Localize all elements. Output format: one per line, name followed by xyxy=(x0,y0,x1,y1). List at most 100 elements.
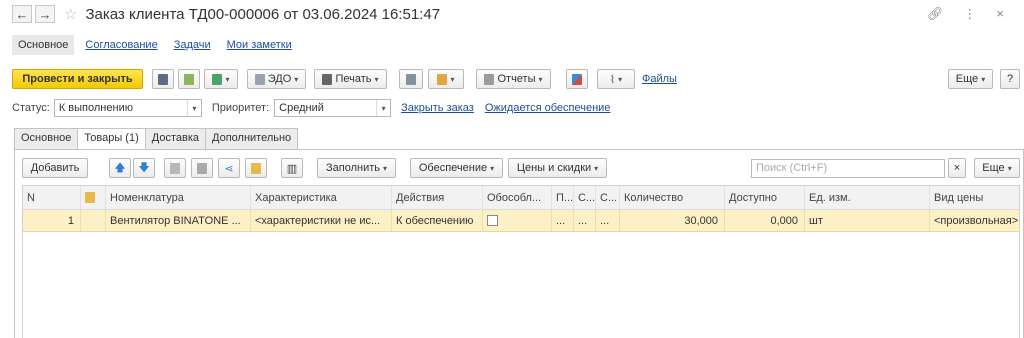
tab-delivery[interactable]: Доставка xyxy=(144,128,206,149)
post-close-button[interactable]: Провести и закрыть xyxy=(12,69,143,89)
goods-toolbar: Добавить 🡅 🡇 ⋖ ▥ Заполнить ▾ Обеспечение ▾… xyxy=(22,157,1020,179)
status-value: К выполнению xyxy=(58,102,133,114)
create-based-icon xyxy=(212,73,223,85)
close-icon[interactable]: × xyxy=(996,6,1004,22)
move-up-button[interactable]: 🡅 xyxy=(109,158,131,178)
section-main[interactable]: Основное xyxy=(12,35,75,55)
edo-label: ЭДО xyxy=(267,73,292,85)
add-button[interactable]: Добавить xyxy=(22,158,88,178)
post-button[interactable] xyxy=(178,69,200,89)
arrow-up-icon: 🡅 xyxy=(114,161,126,174)
back-button[interactable]: ← xyxy=(12,5,32,23)
pick-icon xyxy=(85,192,95,203)
menu-dots-icon[interactable]: ⋮ xyxy=(963,6,976,22)
barcode-button[interactable]: ▥ xyxy=(281,158,303,178)
edo-button[interactable]: ЭДО ▾ xyxy=(247,69,306,89)
row-action[interactable]: К обеспечению xyxy=(392,210,483,231)
row-p: ... xyxy=(552,210,574,231)
status-row: Статус: К выполнению ▾ Приоритет: Средни… xyxy=(12,98,610,118)
pick-icon xyxy=(251,162,261,174)
table-row[interactable]: 1 Вентилятор BINATONE ... <характеристик… xyxy=(23,210,1019,232)
tab-main[interactable]: Основное xyxy=(14,128,79,149)
share-button[interactable]: ⋖ xyxy=(218,158,240,178)
col-actions[interactable]: Действия xyxy=(392,186,483,209)
title-bar: ← → ☆ Заказ клиента ТД00-000006 от 03.06… xyxy=(0,0,1024,28)
col-nomenclature[interactable]: Номенклатура xyxy=(106,186,251,209)
clip-button[interactable]: ⌇ ▾ xyxy=(597,69,635,89)
section-approval[interactable]: Согласование xyxy=(80,35,162,55)
goods-more-label: Еще xyxy=(982,162,1005,174)
table-header: N Номенклатура Характеристика Действия О… xyxy=(23,186,1019,210)
reports-button[interactable]: Отчеты ▾ xyxy=(476,69,551,89)
col-price-type[interactable]: Вид цены xyxy=(930,186,1019,209)
split-row-button[interactable] xyxy=(191,158,213,178)
tab-divider xyxy=(14,149,1024,150)
tasks-button[interactable] xyxy=(566,69,588,89)
tab-additional[interactable]: Дополнительно xyxy=(205,128,299,149)
row-nomenclature[interactable]: Вентилятор BINATONE ... xyxy=(106,210,251,231)
col-unit[interactable]: Ед. изм. xyxy=(805,186,930,209)
help-button[interactable]: ? xyxy=(1000,69,1020,89)
prices-button[interactable]: Цены и скидки ▾ xyxy=(508,158,607,178)
reports-label: Отчеты xyxy=(497,73,536,85)
save-icon xyxy=(158,73,168,85)
close-order-link[interactable]: Закрыть заказ xyxy=(401,102,474,114)
chevron-down-icon[interactable]: ▾ xyxy=(186,100,201,116)
col-separate[interactable]: Обособл... xyxy=(483,186,552,209)
tab-goods[interactable]: Товары (1) xyxy=(77,128,146,150)
priority-select[interactable]: Средний ▾ xyxy=(274,99,392,117)
paperclip-icon: ⌇ xyxy=(609,73,616,86)
share-icon: ⋖ xyxy=(224,162,234,175)
print-button[interactable]: Печать ▾ xyxy=(314,69,387,89)
clear-search-button[interactable]: × xyxy=(948,158,966,178)
priority-value: Средний xyxy=(279,102,324,114)
awaiting-supply-link[interactable]: Ожидается обеспечение xyxy=(485,102,611,114)
status-label: Статус: xyxy=(12,102,50,114)
files-link[interactable]: Файлы xyxy=(642,73,677,85)
row-number: 1 xyxy=(23,210,81,231)
pick-button[interactable] xyxy=(245,158,267,178)
edo-icon xyxy=(254,73,265,85)
forward-button[interactable]: → xyxy=(35,5,55,23)
col-n[interactable]: N xyxy=(23,186,81,209)
row-price-type[interactable]: <произвольная> xyxy=(930,210,1019,231)
col-p[interactable]: П... xyxy=(552,186,574,209)
structure-icon xyxy=(406,73,416,85)
section-tasks[interactable]: Задачи xyxy=(169,35,216,55)
row-s2: ... xyxy=(596,210,620,231)
save-button[interactable] xyxy=(152,69,174,89)
fill-button[interactable]: Заполнить ▾ xyxy=(317,158,396,178)
post-doc-icon xyxy=(184,73,194,85)
separate-checkbox[interactable] xyxy=(487,215,498,226)
col-quantity[interactable]: Количество xyxy=(620,186,725,209)
favorite-star-icon[interactable]: ☆ xyxy=(64,5,77,23)
copy-row-button[interactable] xyxy=(164,158,186,178)
row-characteristic[interactable]: <характеристики не ис... xyxy=(251,210,392,231)
col-s1[interactable]: С... xyxy=(574,186,596,209)
goods-more-button[interactable]: Еще ▾ xyxy=(974,158,1020,178)
row-quantity[interactable]: 30,000 xyxy=(620,210,725,231)
row-unit[interactable]: шт xyxy=(805,210,930,231)
col-icon[interactable] xyxy=(81,186,106,209)
chevron-down-icon[interactable]: ▾ xyxy=(376,100,390,116)
create-based-button[interactable]: ▾ xyxy=(204,69,238,89)
col-s2[interactable]: С... xyxy=(596,186,620,209)
document-icon xyxy=(437,73,448,85)
more-label: Еще xyxy=(955,73,979,85)
col-available[interactable]: Доступно xyxy=(725,186,805,209)
link-icon[interactable]: 🔗︎ xyxy=(927,6,944,22)
move-down-button[interactable]: 🡇 xyxy=(133,158,155,178)
supply-label: Обеспечение xyxy=(418,162,488,174)
search-input[interactable]: Поиск (Ctrl+F) xyxy=(751,158,945,178)
row-icon-cell xyxy=(81,210,106,231)
split-icon xyxy=(197,162,207,174)
more-button[interactable]: Еще ▾ xyxy=(948,69,993,89)
section-notes[interactable]: Мои заметки xyxy=(222,35,297,55)
copy-icon xyxy=(170,162,180,174)
structure-button[interactable] xyxy=(399,69,423,89)
attachments-button[interactable]: ▾ xyxy=(428,69,464,89)
page-sections: Основное Согласование Задачи Мои заметки xyxy=(12,34,303,56)
supply-button[interactable]: Обеспечение ▾ xyxy=(410,158,503,178)
status-select[interactable]: К выполнению ▾ xyxy=(53,99,202,117)
col-characteristic[interactable]: Характеристика xyxy=(251,186,392,209)
